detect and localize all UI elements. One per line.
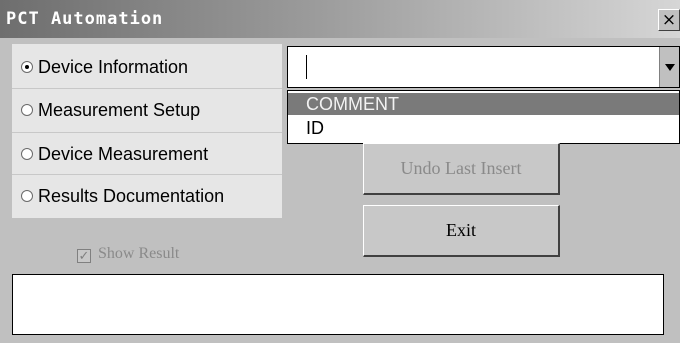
chevron-down-icon bbox=[665, 64, 675, 71]
radio-device-information[interactable]: Device Information bbox=[12, 46, 282, 88]
title-bar[interactable]: PCT Automation × bbox=[0, 0, 680, 38]
close-button[interactable]: × bbox=[658, 9, 680, 31]
dropdown-button[interactable] bbox=[659, 47, 679, 87]
radio-button-icon[interactable] bbox=[21, 104, 33, 116]
text-caret bbox=[306, 55, 307, 79]
dropdown-option-id[interactable]: ID bbox=[288, 117, 679, 139]
dropdown-option-comment[interactable]: COMMENT bbox=[288, 93, 679, 115]
radio-button-icon[interactable] bbox=[21, 148, 33, 160]
mode-radio-group: Device Information Measurement Setup Dev… bbox=[12, 44, 282, 218]
insert-combobox[interactable] bbox=[287, 46, 680, 88]
window-title: PCT Automation bbox=[6, 9, 164, 29]
exit-button[interactable]: Exit bbox=[363, 205, 560, 257]
show-result-label: Show Result bbox=[98, 245, 180, 262]
pct-automation-window: PCT Automation × Device Information Meas… bbox=[0, 0, 680, 343]
radio-label: Results Documentation bbox=[38, 186, 225, 206]
radio-results-documentation[interactable]: Results Documentation bbox=[12, 174, 282, 217]
radio-label: Measurement Setup bbox=[38, 100, 201, 120]
result-output-box[interactable] bbox=[12, 274, 664, 335]
radio-label: Device Information bbox=[38, 57, 189, 77]
show-result-checkbox[interactable]: ✓ bbox=[77, 249, 91, 263]
undo-last-insert-button[interactable]: Undo Last Insert bbox=[363, 143, 560, 195]
radio-selected-dot bbox=[25, 65, 29, 69]
radio-label: Device Measurement bbox=[38, 144, 209, 164]
radio-button-icon[interactable] bbox=[21, 190, 33, 202]
radio-button-icon[interactable] bbox=[21, 61, 33, 73]
radio-device-measurement[interactable]: Device Measurement bbox=[12, 132, 282, 175]
radio-measurement-setup[interactable]: Measurement Setup bbox=[12, 88, 282, 131]
combobox-dropdown-list: COMMENT ID bbox=[287, 90, 680, 144]
